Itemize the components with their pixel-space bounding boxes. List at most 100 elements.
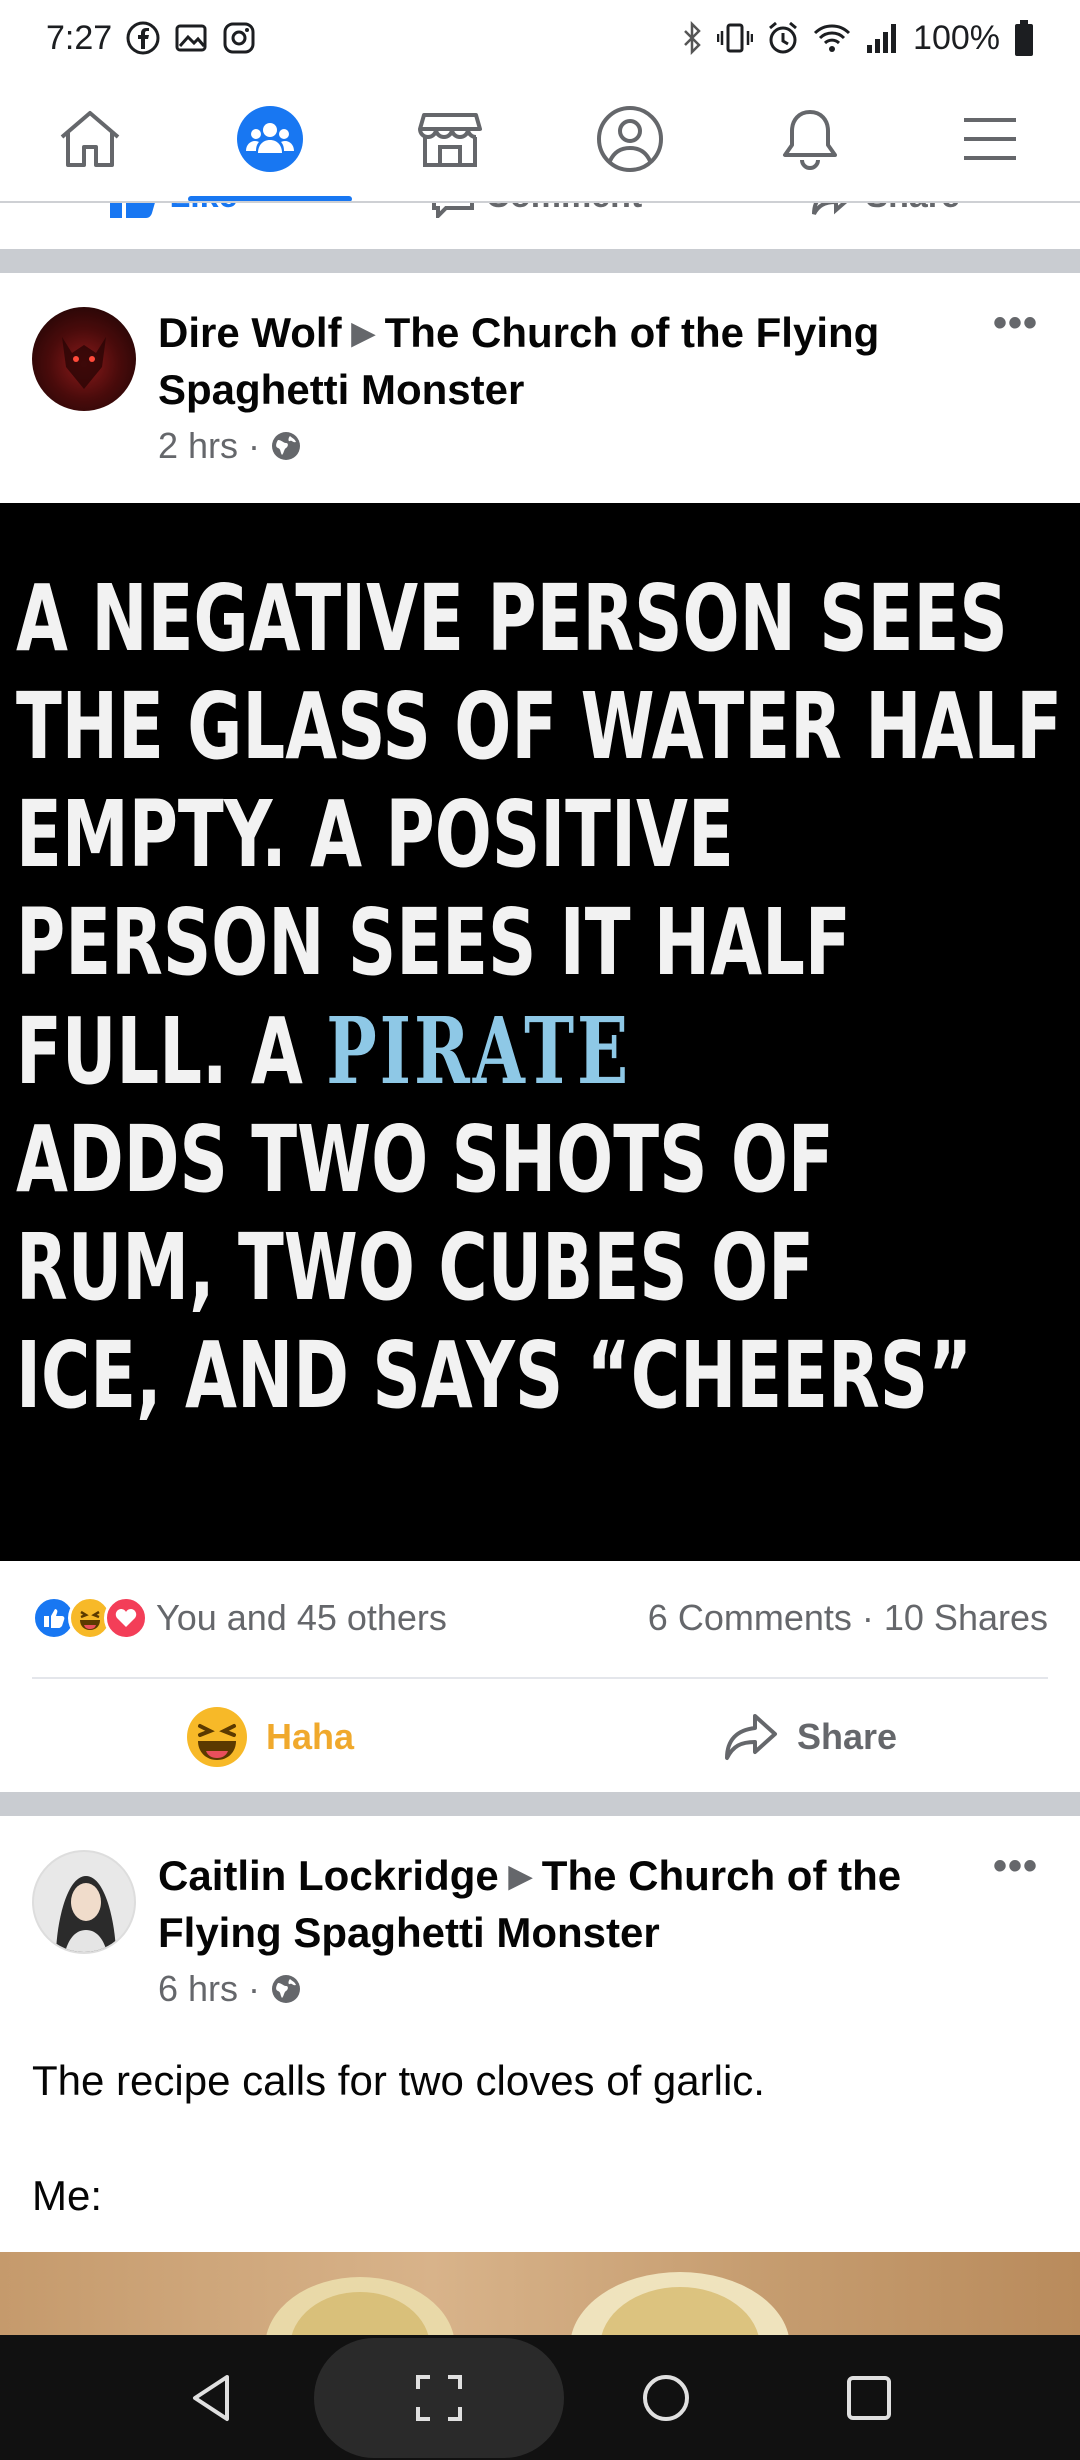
- image-text-line-pirate: FULL. A PIRATE: [16, 997, 793, 1106]
- image-highlight-word: PIRATE: [326, 997, 632, 1105]
- battery-icon: [1015, 20, 1033, 56]
- person-avatar-image: [56, 1876, 116, 1952]
- garlic-image: [265, 2272, 790, 2340]
- bluetooth-icon: [684, 21, 701, 55]
- recents-icon: [846, 2375, 891, 2420]
- shares-count[interactable]: 10 Shares: [884, 1597, 1048, 1638]
- status-right: 100%: [681, 19, 1034, 58]
- recents-button[interactable]: [769, 2348, 969, 2448]
- post-author-link[interactable]: Caitlin Lockridge: [158, 1852, 499, 1899]
- post-header: Caitlin Lockridge ▶ The Church of the Flyi…: [0, 1816, 1080, 2026]
- post-timestamp[interactable]: 6 hrs: [158, 1968, 238, 2010]
- feed-separator: [0, 1792, 1080, 1816]
- comment-icon: [432, 203, 474, 221]
- back-button[interactable]: [111, 2348, 311, 2448]
- vibrate-icon: [717, 23, 754, 53]
- gallery-icon: [175, 24, 207, 52]
- home-button[interactable]: [566, 2348, 766, 2448]
- previous-post-action-bar: Like Comment Share: [0, 203, 1080, 249]
- image-text-line: PERSON SEES IT HALF: [16, 889, 851, 996]
- engagement-counts: 6 Comments · 10 Shares: [648, 1597, 1048, 1639]
- android-navigation-bar: [0, 2335, 1080, 2460]
- globe-icon: [272, 432, 301, 460]
- image-text-line: EMPTY. A POSITIVE: [16, 781, 734, 888]
- instagram-icon: [223, 22, 255, 54]
- like-icon: [110, 203, 155, 219]
- post-timestamp[interactable]: 2 hrs: [158, 425, 238, 467]
- image-text-line: A NEGATIVE PERSON SEES: [16, 565, 1008, 672]
- image-text-segment: FULL. A: [16, 998, 303, 1105]
- capture-frame-icon: [415, 2374, 462, 2421]
- post-header: Dire Wolf ▶ The Church of the Flying Spagh…: [0, 273, 1080, 503]
- tab-profile[interactable]: [540, 76, 720, 202]
- tab-marketplace[interactable]: [360, 76, 540, 202]
- love-reaction-icon: [104, 1596, 148, 1640]
- haha-emoji-icon: [186, 1707, 247, 1767]
- image-text-line: RUM, TWO CUBES OF: [16, 1214, 814, 1321]
- share-icon: [724, 1714, 777, 1760]
- previous-like-label: Like: [169, 203, 237, 215]
- post-author-link[interactable]: Dire Wolf: [158, 309, 342, 356]
- top-navigation-bar: [0, 76, 1080, 202]
- tab-groups[interactable]: [180, 76, 360, 202]
- reactions-bar: You and 45 others 6 Comments · 10 Shares: [32, 1590, 1048, 1646]
- share-button[interactable]: Share: [540, 1692, 1080, 1782]
- arrow-right-icon: ▶: [351, 317, 375, 350]
- home-icon: [60, 111, 120, 167]
- back-icon: [193, 2374, 230, 2421]
- post-image[interactable]: A NEGATIVE PERSON SEES THE GLASS OF WATE…: [0, 503, 1080, 1561]
- post-meta: 6 hrs ·: [158, 1968, 302, 2010]
- reactions-summary[interactable]: You and 45 others: [156, 1597, 447, 1639]
- meta-dot: ·: [248, 425, 261, 466]
- notifications-icon: [783, 110, 837, 170]
- wifi-icon: [813, 24, 851, 52]
- profile-icon: [597, 106, 663, 172]
- wolf-avatar-image: [62, 337, 106, 389]
- share-icon: [812, 203, 848, 215]
- share-label: Share: [796, 1716, 898, 1757]
- tab-home[interactable]: [0, 76, 180, 202]
- image-text-line: THE GLASS OF WATER HALF: [16, 673, 1063, 780]
- avatar[interactable]: [32, 1850, 136, 1954]
- more-options-button[interactable]: •••: [993, 1844, 1038, 1889]
- previous-like-button[interactable]: Like: [110, 203, 238, 219]
- battery-percent: 100%: [913, 18, 1000, 57]
- more-options-button[interactable]: •••: [993, 301, 1038, 346]
- previous-share-button[interactable]: Share: [810, 203, 960, 218]
- post-title: Dire Wolf ▶ The Church of the Flying Spagh…: [158, 305, 958, 418]
- arrow-right-icon: ▶: [508, 1860, 532, 1893]
- home-circle-icon: [643, 2374, 690, 2421]
- facebook-icon: [126, 21, 160, 55]
- reaction-icons[interactable]: [32, 1596, 148, 1640]
- post-meta: 2 hrs ·: [158, 425, 302, 467]
- signal-icon: [867, 24, 897, 53]
- reactions-divider: [32, 1677, 1048, 1679]
- previous-share-label: Share: [865, 203, 960, 215]
- groups-icon: [237, 106, 303, 172]
- tab-menu[interactable]: [900, 76, 1080, 202]
- status-bar: 7:27 100%: [0, 0, 1080, 76]
- previous-comment-button[interactable]: Comment: [430, 203, 642, 221]
- previous-comment-label: Comment: [485, 203, 642, 215]
- comments-count[interactable]: 6 Comments: [648, 1597, 852, 1638]
- globe-icon: [272, 1975, 301, 2003]
- image-text-line: ICE, AND SAYS “CHEERS”: [16, 1322, 973, 1429]
- post-image-garlic[interactable]: [0, 2252, 1080, 2340]
- post-action-bar: Haha Share: [0, 1692, 1080, 1782]
- haha-reaction-button[interactable]: Haha: [0, 1692, 540, 1782]
- meta-dot: ·: [861, 1597, 884, 1638]
- tab-notifications[interactable]: [720, 76, 900, 202]
- avatar[interactable]: [32, 307, 136, 411]
- post-title: Caitlin Lockridge ▶ The Church of the Flyi…: [158, 1848, 958, 1961]
- image-text-line: ADDS TWO SHOTS OF: [16, 1106, 834, 1213]
- screenshot-capture-button[interactable]: [313, 2337, 564, 2458]
- post-text-line: Me:: [32, 2172, 103, 2219]
- post-text-line: The recipe calls for two cloves of garli…: [32, 2057, 765, 2104]
- menu-icon: [964, 118, 1016, 160]
- status-left: 7:27: [46, 19, 256, 58]
- feed-separator: [0, 249, 1080, 273]
- haha-label: Haha: [265, 1716, 355, 1757]
- status-time: 7:27: [46, 18, 113, 57]
- marketplace-icon: [418, 113, 482, 167]
- alarm-icon: [769, 21, 797, 54]
